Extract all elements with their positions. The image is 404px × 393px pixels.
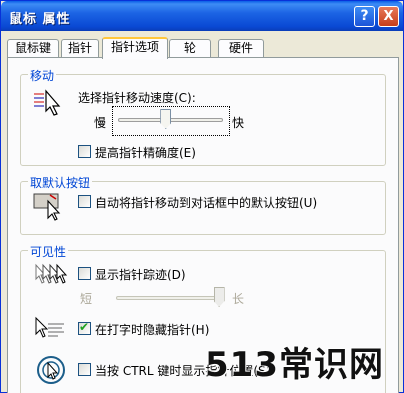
snap-to-group-label: 取默认按钮 <box>28 174 93 191</box>
help-button[interactable]: ? <box>354 6 375 27</box>
tab-pointers[interactable]: 指针 <box>61 39 99 58</box>
snap-to-checkbox[interactable] <box>78 195 91 208</box>
hide-while-typing-icon <box>35 316 64 338</box>
tab-hardware[interactable]: 硬件 <box>218 39 264 58</box>
motion-group-label: 移动 <box>28 67 57 84</box>
pointer-speed-label: 选择指针移动速度(C): <box>78 91 196 105</box>
close-button[interactable]: X <box>378 6 399 27</box>
slow-label: 慢 <box>94 116 107 130</box>
visibility-group-label: 可见性 <box>28 243 69 260</box>
title-bar[interactable]: 鼠标 属性 ? X <box>1 1 403 31</box>
trails-short-label: 短 <box>80 292 93 306</box>
ctrl-locate-icon <box>37 356 65 384</box>
pointer-speed-icon <box>34 89 61 116</box>
snap-to-label: 自动将指针移动到对话框中的默认按钮(U) <box>95 196 318 210</box>
hide-while-typing-label: 在打字时隐藏指针(H) <box>95 323 210 337</box>
precision-checkbox[interactable] <box>78 145 91 158</box>
mouse-properties-window: 鼠标 属性 ? X 鼠标键 指针 指针选项 轮 硬件 移动 选择指针移动速度(C… <box>0 0 404 393</box>
pointer-trails-label: 显示指针踪迹(D) <box>95 268 186 282</box>
pointer-trails-icon <box>35 263 68 284</box>
trails-slider-track[interactable] <box>116 296 224 300</box>
pointer-trails-checkbox[interactable] <box>78 267 91 280</box>
snap-to-button-icon <box>33 193 61 221</box>
window-title: 鼠标 属性 <box>9 12 71 27</box>
ctrl-locate-checkbox[interactable] <box>78 363 91 376</box>
tab-buttons[interactable]: 鼠标键 <box>7 39 59 58</box>
tab-pointer-options[interactable]: 指针选项 <box>102 37 168 59</box>
trails-long-label: 长 <box>232 292 245 306</box>
tab-wheel[interactable]: 轮 <box>169 39 211 58</box>
precision-label: 提高指针精确度(E) <box>95 146 196 160</box>
hide-while-typing-checkbox[interactable] <box>78 320 91 335</box>
fast-label: 快 <box>232 116 245 130</box>
site-watermark: 513常识网 <box>205 345 384 385</box>
